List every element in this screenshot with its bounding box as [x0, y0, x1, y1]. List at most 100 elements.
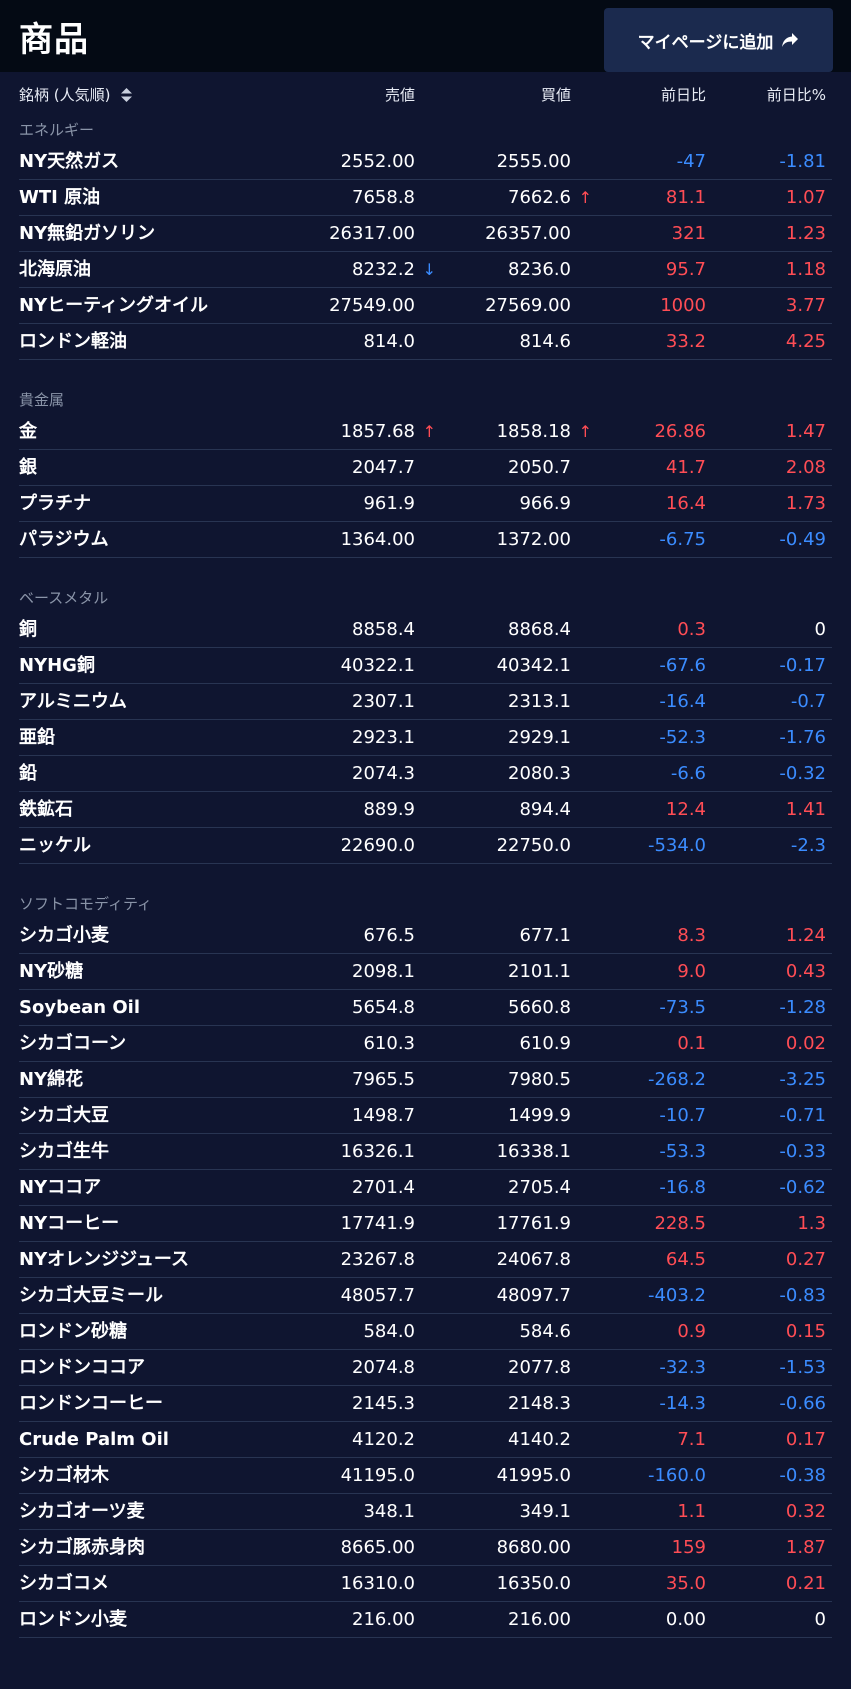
sell-price: 1364.00: [340, 529, 415, 550]
commodity-name-link[interactable]: 亜鉛: [19, 720, 55, 755]
commodity-name-link[interactable]: シカゴコーン: [19, 1026, 126, 1061]
table-row[interactable]: NY天然ガス 2552.00 2555.00 -47 -1.81: [19, 144, 832, 180]
buy-price: 2148.3: [508, 1393, 571, 1414]
table-row[interactable]: 銅 8858.4 8868.4 0.3 0: [19, 612, 832, 648]
table-row[interactable]: シカゴ材木 41195.0 41995.0 -160.0 -0.38: [19, 1458, 832, 1494]
table-row[interactable]: 金 1857.68 ↑ 1858.18 ↑ 26.86 1.47: [19, 414, 832, 450]
table-row[interactable]: Soybean Oil 5654.8 5660.8 -73.5 -1.28: [19, 990, 832, 1026]
commodity-name-link[interactable]: ロンドン小麦: [19, 1602, 127, 1637]
change-percent: -0.83: [779, 1285, 826, 1306]
change-percent: 0.17: [785, 1429, 826, 1450]
table-row[interactable]: シカゴ豚赤身肉 8665.00 8680.00 159 1.87: [19, 1530, 832, 1566]
table-row[interactable]: Crude Palm Oil 4120.2 4140.2 7.1 0.17: [19, 1422, 832, 1458]
table-row[interactable]: NYヒーティングオイル 27549.00 27569.00 1000 3.77: [19, 288, 832, 324]
table-row[interactable]: シカゴ大豆 1498.7 1499.9 -10.7 -0.71: [19, 1098, 832, 1134]
table-row[interactable]: 鉄鉱石 889.9 894.4 12.4 1.41: [19, 792, 832, 828]
table-row[interactable]: NY無鉛ガソリン 26317.00 26357.00 321 1.23: [19, 216, 832, 252]
buy-price: 8236.0: [508, 259, 571, 280]
commodity-name-link[interactable]: NYヒーティングオイル: [19, 288, 208, 323]
commodity-name-link[interactable]: 北海原油: [19, 252, 91, 287]
table-row[interactable]: WTI 原油 7658.8 7662.6 ↑ 81.1 1.07: [19, 180, 832, 216]
commodity-name-link[interactable]: NY綿花: [19, 1062, 83, 1097]
table-row[interactable]: 亜鉛 2923.1 2929.1 -52.3 -1.76: [19, 720, 832, 756]
table-row[interactable]: ロンドン軽油 814.0 814.6 33.2 4.25: [19, 324, 832, 360]
commodity-name-link[interactable]: 鉄鉱石: [19, 792, 73, 827]
change-value: 0.00: [665, 1609, 706, 1630]
column-change-pct: 前日比%: [766, 85, 826, 104]
commodity-name-link[interactable]: ロンドンコーヒー: [19, 1386, 163, 1421]
column-name-sort[interactable]: 銘柄 (人気順): [19, 84, 133, 105]
commodity-name-link[interactable]: シカゴ豚赤身肉: [19, 1530, 145, 1565]
commodity-name-link[interactable]: シカゴコメ: [19, 1566, 109, 1601]
table-row[interactable]: シカゴ大豆ミール 48057.7 48097.7 -403.2 -0.83: [19, 1278, 832, 1314]
commodity-name-link[interactable]: 鉛: [19, 756, 37, 791]
change-value: 12.4: [665, 799, 706, 820]
commodity-name-link[interactable]: アルミニウム: [19, 684, 127, 719]
table-row[interactable]: シカゴコメ 16310.0 16350.0 35.0 0.21: [19, 1566, 832, 1602]
table-row[interactable]: シカゴ生牛 16326.1 16338.1 -53.3 -0.33: [19, 1134, 832, 1170]
table-row[interactable]: NY砂糖 2098.1 2101.1 9.0 0.43: [19, 954, 832, 990]
table-row[interactable]: NY綿花 7965.5 7980.5 -268.2 -3.25: [19, 1062, 832, 1098]
table-row[interactable]: ロンドンコーヒー 2145.3 2148.3 -14.3 -0.66: [19, 1386, 832, 1422]
table-row[interactable]: NYココア 2701.4 2705.4 -16.8 -0.62: [19, 1170, 832, 1206]
commodity-name-link[interactable]: Crude Palm Oil: [19, 1422, 169, 1457]
table-row[interactable]: シカゴオーツ麦 348.1 349.1 1.1 0.32: [19, 1494, 832, 1530]
table-row[interactable]: 鉛 2074.3 2080.3 -6.6 -0.32: [19, 756, 832, 792]
table-row[interactable]: ロンドン砂糖 584.0 584.6 0.9 0.15: [19, 1314, 832, 1350]
buy-price: 894.4: [519, 799, 571, 820]
commodity-name-link[interactable]: NYオレンジジュース: [19, 1242, 189, 1277]
commodity-name-link[interactable]: 銅: [19, 612, 37, 647]
table-row[interactable]: 銀 2047.7 2050.7 41.7 2.08: [19, 450, 832, 486]
commodity-name-link[interactable]: NYココア: [19, 1170, 101, 1205]
table-row[interactable]: NYコーヒー 17741.9 17761.9 228.5 1.3: [19, 1206, 832, 1242]
sell-price: 1857.68: [340, 421, 415, 442]
sell-price: 48057.7: [340, 1285, 415, 1306]
commodity-name-link[interactable]: NY無鉛ガソリン: [19, 216, 155, 251]
commodity-name-link[interactable]: シカゴ材木: [19, 1458, 109, 1493]
table-row[interactable]: ロンドン小麦 216.00 216.00 0.00 0: [19, 1602, 832, 1638]
commodity-name-link[interactable]: NY天然ガス: [19, 144, 119, 179]
commodity-name-link[interactable]: シカゴオーツ麦: [19, 1494, 145, 1529]
commodity-name-link[interactable]: NYコーヒー: [19, 1206, 119, 1241]
commodity-name-link[interactable]: 金: [19, 414, 37, 449]
commodity-name-link[interactable]: NY砂糖: [19, 954, 83, 989]
commodity-name-link[interactable]: ロンドン砂糖: [19, 1314, 127, 1349]
sell-price: 16310.0: [340, 1573, 415, 1594]
table-row[interactable]: ロンドンココア 2074.8 2077.8 -32.3 -1.53: [19, 1350, 832, 1386]
commodity-name-link[interactable]: NYHG銅: [19, 648, 95, 683]
change-percent: 0.15: [785, 1321, 826, 1342]
section-title: 貴金属: [19, 391, 65, 409]
commodity-name-link[interactable]: ロンドンココア: [19, 1350, 145, 1385]
share-arrow-icon: [782, 33, 799, 47]
sell-price: 8858.4: [352, 619, 415, 640]
commodity-name-link[interactable]: シカゴ生牛: [19, 1134, 109, 1169]
table-row[interactable]: 北海原油 8232.2 ↓ 8236.0 95.7 1.18: [19, 252, 832, 288]
commodity-name-link[interactable]: 銀: [19, 450, 37, 485]
buy-price: 8868.4: [508, 619, 571, 640]
table-row[interactable]: ニッケル 22690.0 22750.0 -534.0 -2.3: [19, 828, 832, 864]
table-row[interactable]: シカゴコーン 610.3 610.9 0.1 0.02: [19, 1026, 832, 1062]
commodity-name-link[interactable]: シカゴ大豆ミール: [19, 1278, 163, 1313]
sell-price: 610.3: [363, 1033, 415, 1054]
commodity-name-link[interactable]: ニッケル: [19, 828, 91, 863]
change-value: 228.5: [654, 1213, 706, 1234]
add-to-mypage-label: マイページに追加: [637, 32, 774, 53]
table-row[interactable]: シカゴ小麦 676.5 677.1 8.3 1.24: [19, 918, 832, 954]
commodity-name-link[interactable]: パラジウム: [19, 522, 109, 557]
commodity-name-link[interactable]: ロンドン軽油: [19, 324, 127, 359]
commodity-name-link[interactable]: シカゴ小麦: [19, 918, 109, 953]
commodity-name-link[interactable]: プラチナ: [19, 486, 91, 521]
add-to-mypage-button[interactable]: マイページに追加: [604, 8, 833, 72]
commodity-name-link[interactable]: Soybean Oil: [19, 990, 140, 1025]
table-row[interactable]: パラジウム 1364.00 1372.00 -6.75 -0.49: [19, 522, 832, 558]
table-row[interactable]: NYHG銅 40322.1 40342.1 -67.6 -0.17: [19, 648, 832, 684]
table-row[interactable]: NYオレンジジュース 23267.8 24067.8 64.5 0.27: [19, 1242, 832, 1278]
buy-price: 1858.18: [496, 421, 571, 442]
buy-price: 216.00: [508, 1609, 571, 1630]
table-row[interactable]: プラチナ 961.9 966.9 16.4 1.73: [19, 486, 832, 522]
commodity-name-link[interactable]: WTI 原油: [19, 180, 100, 215]
table-row[interactable]: アルミニウム 2307.1 2313.1 -16.4 -0.7: [19, 684, 832, 720]
commodity-name-link[interactable]: シカゴ大豆: [19, 1098, 109, 1133]
buy-price: 2077.8: [508, 1357, 571, 1378]
